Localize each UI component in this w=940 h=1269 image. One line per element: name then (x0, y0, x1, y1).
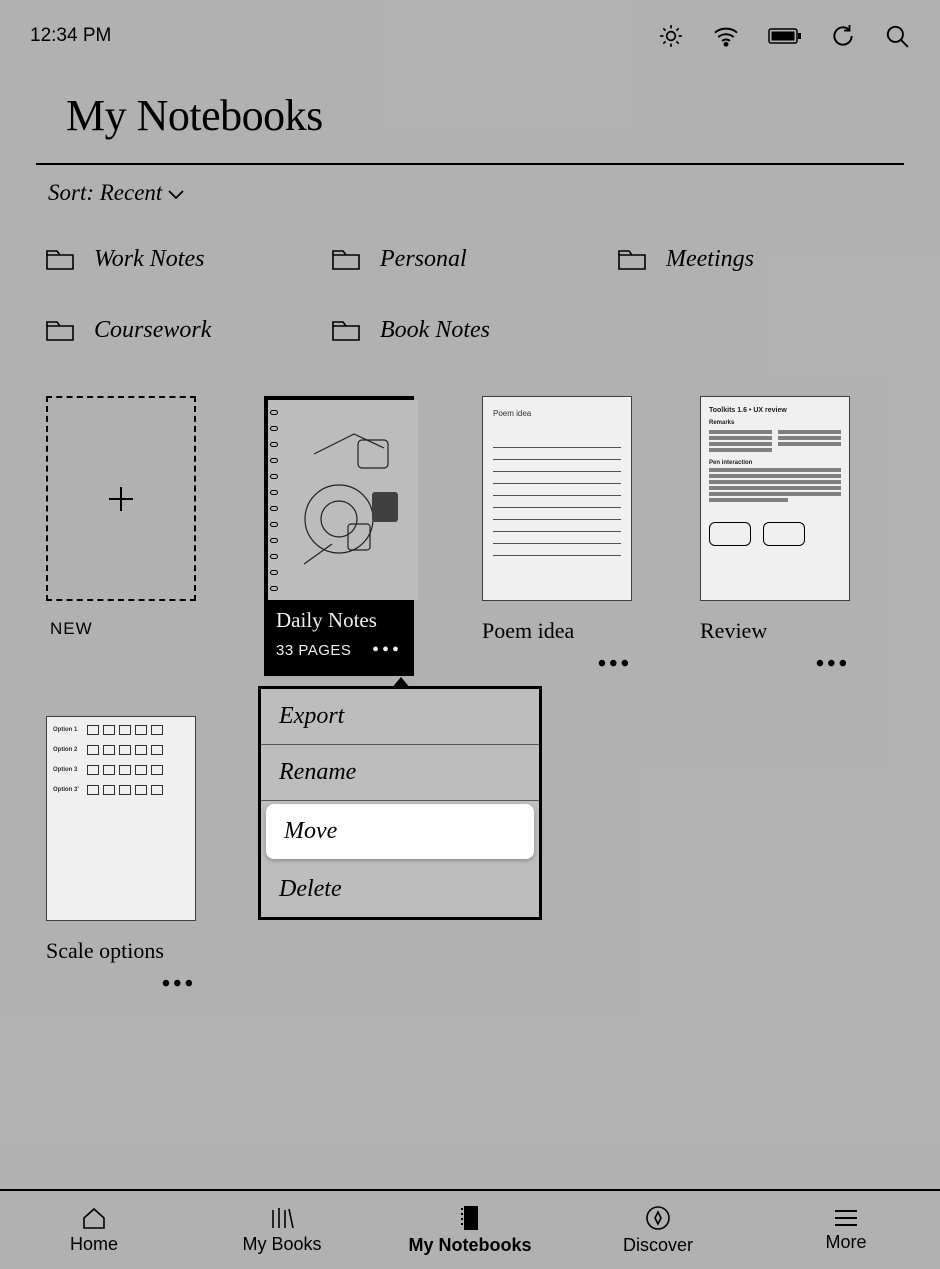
folder-list: Work Notes Personal Meetings Coursework … (46, 246, 904, 344)
notebook-thumb (268, 400, 418, 600)
notebook-icon (458, 1205, 482, 1231)
books-icon (268, 1206, 296, 1230)
notebook-daily-notes[interactable]: Daily Notes 33 PAGES ••• (264, 396, 414, 678)
folder-meetings[interactable]: Meetings (618, 246, 904, 273)
status-bar: 12:34 PM (0, 0, 940, 72)
nav-my-notebooks[interactable]: My Notebooks (376, 1191, 564, 1269)
notebook-thumb: Option 1 Option 2 Option 3 Option 3' (46, 716, 196, 921)
menu-rename[interactable]: Rename (261, 745, 539, 801)
new-notebook-thumb (46, 396, 196, 601)
notebook-review[interactable]: Toolkits 1.6 • UX review Remarks Pen int… (700, 396, 850, 678)
thumb-title: Toolkits 1.6 • UX review (709, 407, 841, 414)
more-icon[interactable]: ••• (482, 651, 632, 678)
sort-dropdown[interactable]: Sort: Recent (48, 180, 184, 206)
notebook-grid-row2: Option 1 Option 2 Option 3 Option 3' Sca… (46, 716, 196, 998)
more-icon[interactable]: ••• (46, 971, 196, 998)
bottom-nav: Home My Books My Notebooks Discover More (0, 1189, 940, 1269)
chevron-down-icon (168, 180, 184, 206)
nav-label: Home (70, 1234, 118, 1255)
context-menu: Export Rename Move Delete (258, 686, 542, 920)
sync-icon[interactable] (830, 23, 856, 49)
folder-label: Meetings (666, 246, 754, 273)
notebook-title: Daily Notes (276, 608, 402, 633)
notebook-caption: Daily Notes 33 PAGES ••• (268, 600, 410, 672)
notebook-poem-idea[interactable]: Poem idea Poem idea ••• (482, 396, 632, 678)
notebook-title: Poem idea (482, 619, 632, 643)
wifi-icon[interactable] (712, 25, 740, 47)
nav-discover[interactable]: Discover (564, 1191, 752, 1269)
nav-label: Discover (623, 1235, 693, 1256)
new-notebook-button[interactable]: NEW (46, 396, 196, 678)
compass-icon (645, 1205, 671, 1231)
nav-home[interactable]: Home (0, 1191, 188, 1269)
folder-icon (618, 249, 646, 271)
search-icon[interactable] (884, 23, 910, 49)
folder-book-notes[interactable]: Book Notes (332, 317, 618, 344)
nav-label: My Notebooks (408, 1235, 531, 1256)
nav-label: More (825, 1232, 866, 1253)
battery-icon[interactable] (768, 27, 802, 45)
folder-personal[interactable]: Personal (332, 246, 618, 273)
more-icon[interactable]: ••• (700, 651, 850, 678)
more-icon[interactable]: ••• (372, 639, 402, 662)
nav-more[interactable]: More (752, 1191, 940, 1269)
menu-delete[interactable]: Delete (261, 862, 539, 917)
new-label: NEW (50, 619, 196, 639)
home-icon (81, 1206, 107, 1230)
nav-label: My Books (242, 1234, 321, 1255)
nav-my-books[interactable]: My Books (188, 1191, 376, 1269)
folder-icon (46, 320, 74, 342)
menu-move[interactable]: Move (266, 804, 534, 859)
menu-export[interactable]: Export (261, 689, 539, 745)
folder-work-notes[interactable]: Work Notes (46, 246, 332, 273)
notebook-thumb: Poem idea (482, 396, 632, 601)
notebook-title: Review (700, 619, 850, 643)
notebook-grid: NEW Daily Notes 33 PAGES ••• (46, 396, 904, 678)
menu-icon (833, 1208, 859, 1228)
folder-icon (46, 249, 74, 271)
folder-icon (332, 320, 360, 342)
header: My Notebooks (36, 90, 904, 165)
folder-label: Work Notes (94, 246, 204, 273)
folder-icon (332, 249, 360, 271)
notebook-thumb: Toolkits 1.6 • UX review Remarks Pen int… (700, 396, 850, 601)
header-divider (36, 163, 904, 165)
thumb-title: Poem idea (493, 409, 621, 418)
notebook-scale-options[interactable]: Option 1 Option 2 Option 3 Option 3' Sca… (46, 716, 196, 998)
notebook-pages: 33 PAGES (276, 642, 351, 659)
plus-icon (109, 487, 133, 511)
status-time: 12:34 PM (30, 25, 111, 47)
sort-label: Sort: Recent (48, 180, 162, 206)
folder-label: Coursework (94, 317, 211, 344)
folder-label: Book Notes (380, 317, 490, 344)
brightness-icon[interactable] (658, 23, 684, 49)
folder-coursework[interactable]: Coursework (46, 317, 332, 344)
folder-label: Personal (380, 246, 467, 273)
notebook-title: Scale options (46, 939, 196, 963)
page-title: My Notebooks (36, 90, 904, 141)
